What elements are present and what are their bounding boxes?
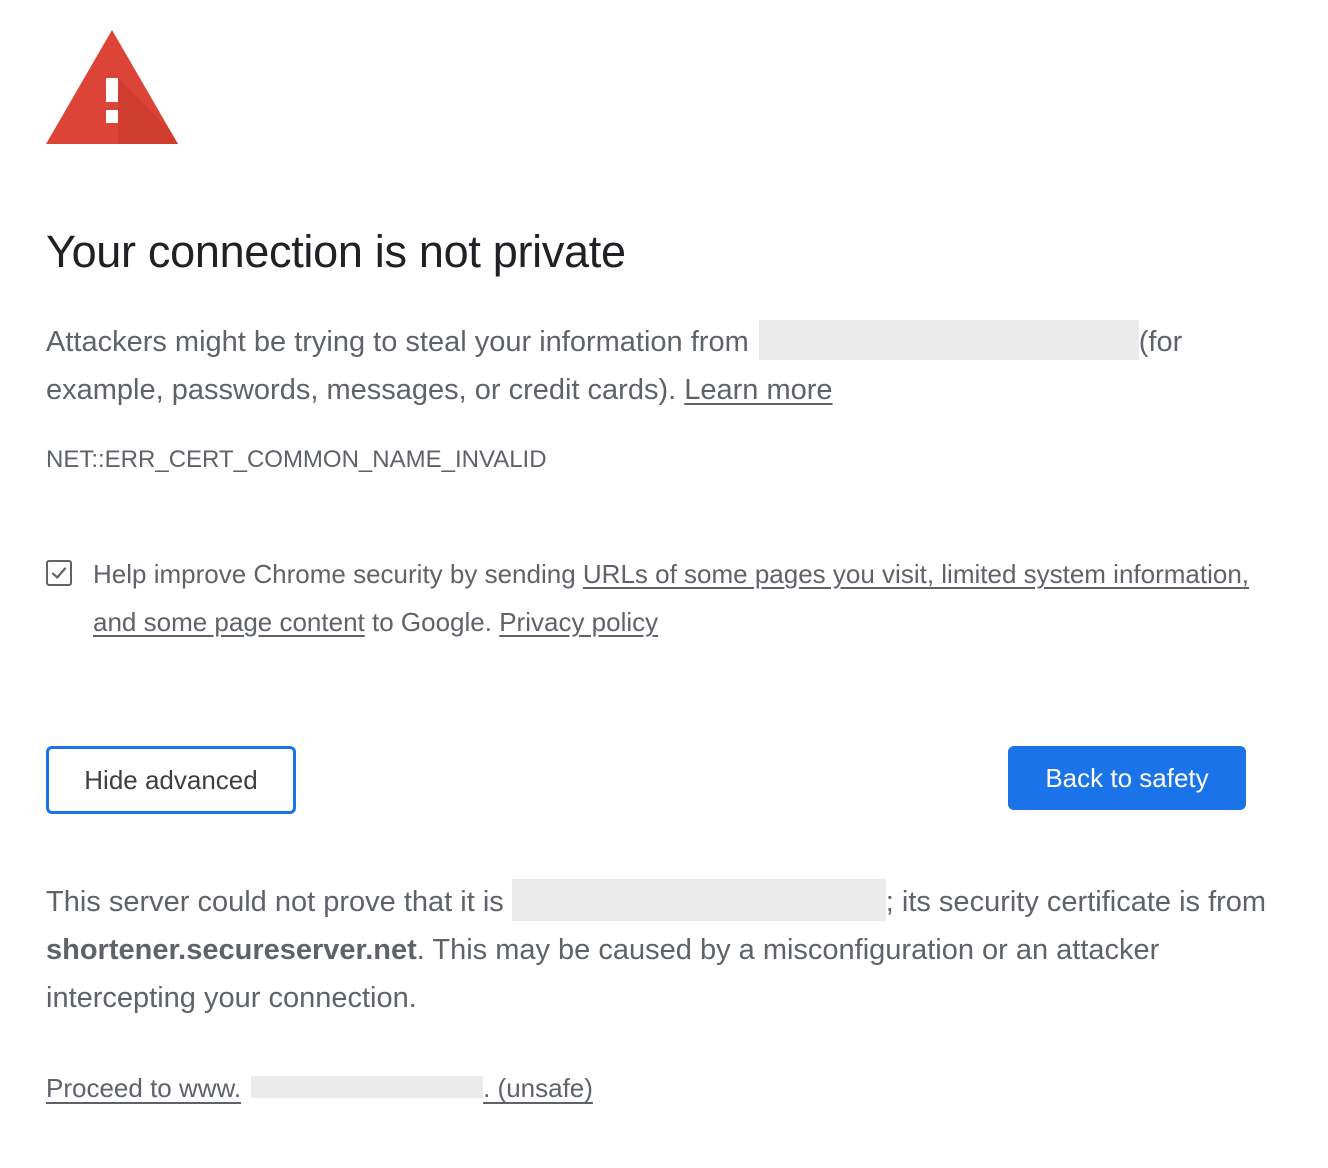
hide-advanced-button[interactable]: Hide advanced <box>46 746 296 814</box>
improve-security-checkbox[interactable] <box>46 560 72 586</box>
proceed-link[interactable]: Proceed to www. . (unsafe) <box>46 1073 593 1103</box>
redacted-hostname <box>758 320 1139 361</box>
optin-text-before: Help improve Chrome security by sending <box>93 559 576 589</box>
error-code: NET::ERR_CERT_COMMON_NAME_INVALID <box>46 446 547 473</box>
intro-text: Attackers might be trying to steal your … <box>46 318 1266 414</box>
proceed-prefix: Proceed to www. <box>46 1073 242 1103</box>
checkmark-icon <box>51 567 67 579</box>
certificate-domain: shortener.secureserver.net <box>46 934 417 966</box>
proceed-section: Proceed to www. . (unsafe) <box>46 1068 593 1108</box>
privacy-policy-link[interactable]: Privacy policy <box>499 607 658 637</box>
redacted-hostname <box>511 879 886 922</box>
learn-more-link[interactable]: Learn more <box>684 374 832 406</box>
back-to-safety-button[interactable]: Back to safety <box>1008 746 1246 810</box>
optin-text: Help improve Chrome security by sending … <box>93 550 1266 646</box>
optin-text-middle: to Google. <box>372 607 492 637</box>
details-text: This server could not prove that it is ; … <box>46 878 1286 1022</box>
intro-before: Attackers might be trying to steal your … <box>46 326 749 358</box>
page-title: Your connection is not private <box>46 226 626 277</box>
optin-section: Help improve Chrome security by sending … <box>46 550 1266 646</box>
details-before: This server could not prove that it is <box>46 886 504 918</box>
details-after-redaction: ; its security certificate is from <box>885 886 1267 918</box>
redacted-hostname <box>251 1076 484 1099</box>
proceed-suffix: . (unsafe) <box>483 1073 593 1103</box>
warning-triangle-icon <box>46 30 178 144</box>
